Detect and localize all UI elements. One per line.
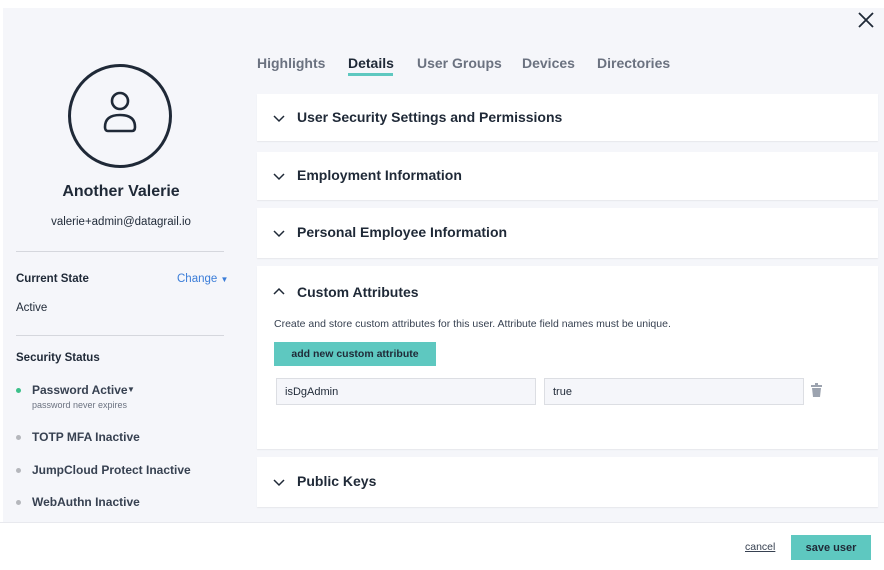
close-icon[interactable] <box>857 11 875 29</box>
section-public-keys[interactable]: Public Keys <box>257 457 878 507</box>
chevron-down-icon <box>273 479 285 487</box>
avatar <box>68 64 172 168</box>
section-user-security[interactable]: User Security Settings and Permissions <box>257 94 878 141</box>
status-dot-icon <box>16 388 21 393</box>
status-dot-icon <box>16 435 21 440</box>
cancel-link[interactable]: cancel <box>745 541 775 553</box>
tab-devices[interactable]: Devices <box>522 55 575 71</box>
tab-details[interactable]: Details <box>348 55 394 71</box>
attribute-value-input[interactable] <box>544 378 804 405</box>
divider <box>16 335 224 336</box>
section-title: Employment Information <box>297 167 462 183</box>
section-title: User Security Settings and Permissions <box>297 108 563 125</box>
current-state-value: Active <box>16 302 48 314</box>
security-item-label: Password Active <box>32 383 128 397</box>
active-tab-indicator <box>348 73 393 76</box>
security-item-label: WebAuthn Inactive <box>32 495 140 509</box>
security-status-label: Security Status <box>16 352 100 364</box>
trash-icon[interactable] <box>811 383 822 397</box>
section-personal[interactable]: Personal Employee Information <box>257 208 878 258</box>
add-custom-attribute-button[interactable]: add new custom attribute <box>274 342 436 366</box>
save-user-button[interactable]: save user <box>791 535 871 560</box>
caret-down-icon: ▼ <box>127 385 135 394</box>
user-icon <box>103 91 137 133</box>
current-state-label: Current State <box>16 273 89 285</box>
password-expiry-note: password never expires <box>32 400 128 410</box>
section-title[interactable]: Custom Attributes <box>297 284 419 300</box>
change-state-dropdown[interactable]: Change ▼ <box>177 273 228 285</box>
security-item-label: TOTP MFA Inactive <box>32 430 140 444</box>
status-dot-icon <box>16 468 21 473</box>
section-title: Personal Employee Information <box>297 224 508 240</box>
section-custom-attributes: Custom Attributes Create and store custo… <box>257 266 878 449</box>
chevron-up-icon[interactable] <box>273 286 285 298</box>
section-title: Public Keys <box>297 473 377 489</box>
status-dot-icon <box>16 500 21 505</box>
tab-highlights[interactable]: Highlights <box>257 55 325 71</box>
chevron-down-icon <box>273 173 285 181</box>
tab-directories[interactable]: Directories <box>597 55 670 71</box>
attribute-name-input[interactable] <box>276 378 536 405</box>
divider <box>16 251 224 252</box>
chevron-down-icon <box>273 230 285 238</box>
caret-down-icon: ▼ <box>220 275 229 284</box>
section-employment[interactable]: Employment Information <box>257 152 878 200</box>
custom-attributes-description: Create and store custom attributes for t… <box>274 318 671 330</box>
chevron-down-icon <box>273 114 285 122</box>
tab-user-groups[interactable]: User Groups <box>417 55 502 71</box>
security-item-label: JumpCloud Protect Inactive <box>32 463 191 477</box>
change-label: Change <box>177 273 218 285</box>
user-email: valerie+admin@datagrail.io <box>51 216 191 228</box>
user-name: Another Valerie <box>62 183 180 200</box>
